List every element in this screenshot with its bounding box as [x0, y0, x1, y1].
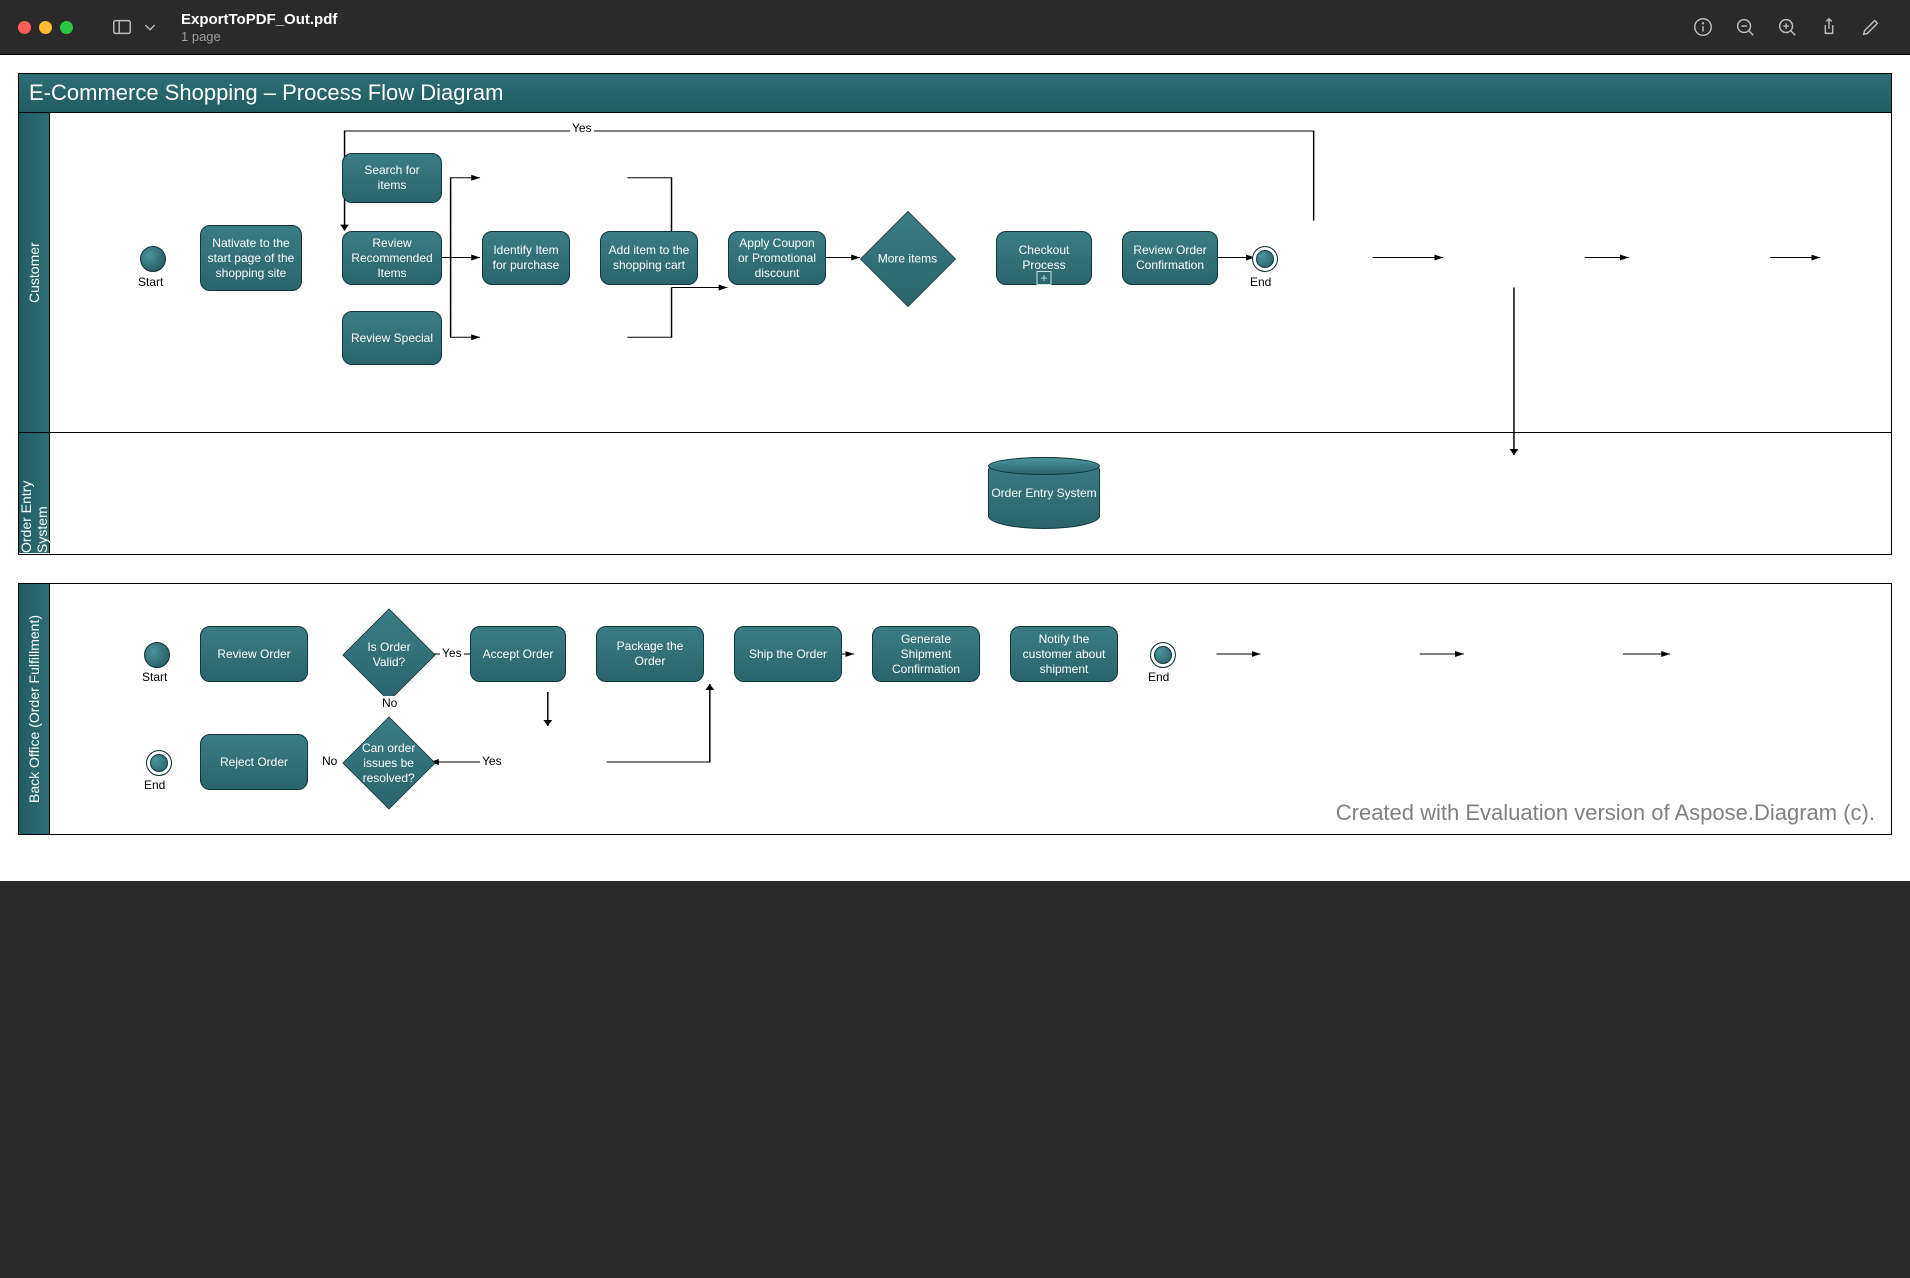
connectors-backoffice: [50, 584, 1891, 834]
swimlane-block-2: Back Office (Order Fulfillment): [18, 583, 1892, 835]
zoom-window-button[interactable]: [60, 21, 73, 34]
info-button[interactable]: [1690, 14, 1716, 40]
title-block: ExportToPDF_Out.pdf 1 page: [181, 11, 337, 44]
share-button[interactable]: [1816, 14, 1842, 40]
node-search: Search for items: [342, 153, 442, 203]
document-page-count: 1 page: [181, 29, 337, 44]
node-bo-resolve-label: Can order issues be resolved?: [357, 741, 421, 786]
lane-customer: Start Nativate to the start page of the …: [50, 113, 1891, 432]
node-bo-genconf: Generate Shipment Confirmation: [872, 626, 980, 682]
node-identify: Identify Item for purchase: [482, 231, 570, 285]
start-label-backoffice: Start: [142, 670, 167, 684]
start-node-customer: [140, 246, 166, 272]
document-filename: ExportToPDF_Out.pdf: [181, 11, 337, 28]
swimlane-block-1: E-Commerce Shopping – Process Flow Diagr…: [18, 73, 1892, 555]
diagram-title: E-Commerce Shopping – Process Flow Diagr…: [19, 74, 1891, 113]
node-bo-accept: Accept Order: [470, 626, 566, 682]
sidebar-menu-chevron[interactable]: [137, 14, 163, 40]
lane-label-customer: Customer: [19, 113, 50, 432]
end-label-customer: End: [1250, 275, 1271, 289]
edge-resolve-yes: Yes: [480, 754, 504, 768]
node-moreitems-label: More items: [878, 252, 937, 267]
lane-backoffice: Start Review Order Is Order Valid? Yes N…: [50, 584, 1891, 834]
node-revconf: Review Order Confirmation: [1122, 231, 1218, 285]
edge-valid-no: No: [380, 696, 399, 710]
subprocess-marker-icon: +: [1036, 271, 1051, 285]
close-window-button[interactable]: [18, 21, 31, 34]
node-bo-package: Package the Order: [596, 626, 704, 682]
connectors-oes: [50, 433, 1891, 553]
window-titlebar: ExportToPDF_Out.pdf 1 page: [0, 0, 1910, 55]
connectors-customer: [50, 113, 1891, 432]
lane-label-backoffice: Back Office (Order Fulfillment): [19, 584, 50, 834]
start-label-customer: Start: [138, 275, 163, 289]
end-node-backoffice-2: [146, 750, 172, 776]
node-bo-ship: Ship the Order: [734, 626, 842, 682]
end-node-customer: [1252, 246, 1278, 272]
edge-moreitems-yes: Yes: [570, 121, 594, 135]
evaluation-watermark: Created with Evaluation version of Aspos…: [1336, 800, 1875, 826]
edge-valid-yes: Yes: [440, 646, 464, 660]
start-node-backoffice: [144, 642, 170, 668]
end-label-backoffice-2: End: [144, 778, 165, 792]
lane-oes: Order Entry System: [50, 433, 1891, 553]
node-coupon: Apply Coupon or Promotional discount: [728, 231, 826, 285]
node-navigate: Nativate to the start page of the shoppi…: [200, 225, 302, 291]
traffic-lights: [18, 21, 73, 34]
node-bo-review: Review Order: [200, 626, 308, 682]
zoom-out-button[interactable]: [1732, 14, 1758, 40]
markup-button[interactable]: [1858, 14, 1884, 40]
node-bo-notify: Notify the customer about shipment: [1010, 626, 1118, 682]
pdf-page: E-Commerce Shopping – Process Flow Diagr…: [18, 73, 1892, 835]
node-oes-db-label: Order Entry System: [991, 486, 1096, 500]
zoom-in-button[interactable]: [1774, 14, 1800, 40]
minimize-window-button[interactable]: [39, 21, 52, 34]
sidebar-toggle-button[interactable]: [109, 14, 135, 40]
node-addcart: Add item to the shopping cart: [600, 231, 698, 285]
end-node-backoffice: [1150, 642, 1176, 668]
end-label-backoffice: End: [1148, 670, 1169, 684]
node-bo-valid-label: Is Order Valid?: [357, 640, 421, 670]
node-recommend: Review Recommended Items: [342, 231, 442, 285]
lane-label-oes: Order Entry System: [19, 433, 50, 553]
node-special: Review Special: [342, 311, 442, 365]
document-viewport[interactable]: E-Commerce Shopping – Process Flow Diagr…: [0, 55, 1910, 881]
node-oes-db: Order Entry System: [988, 457, 1100, 529]
edge-resolve-no: No: [320, 754, 339, 768]
node-bo-reject: Reject Order: [200, 734, 308, 790]
